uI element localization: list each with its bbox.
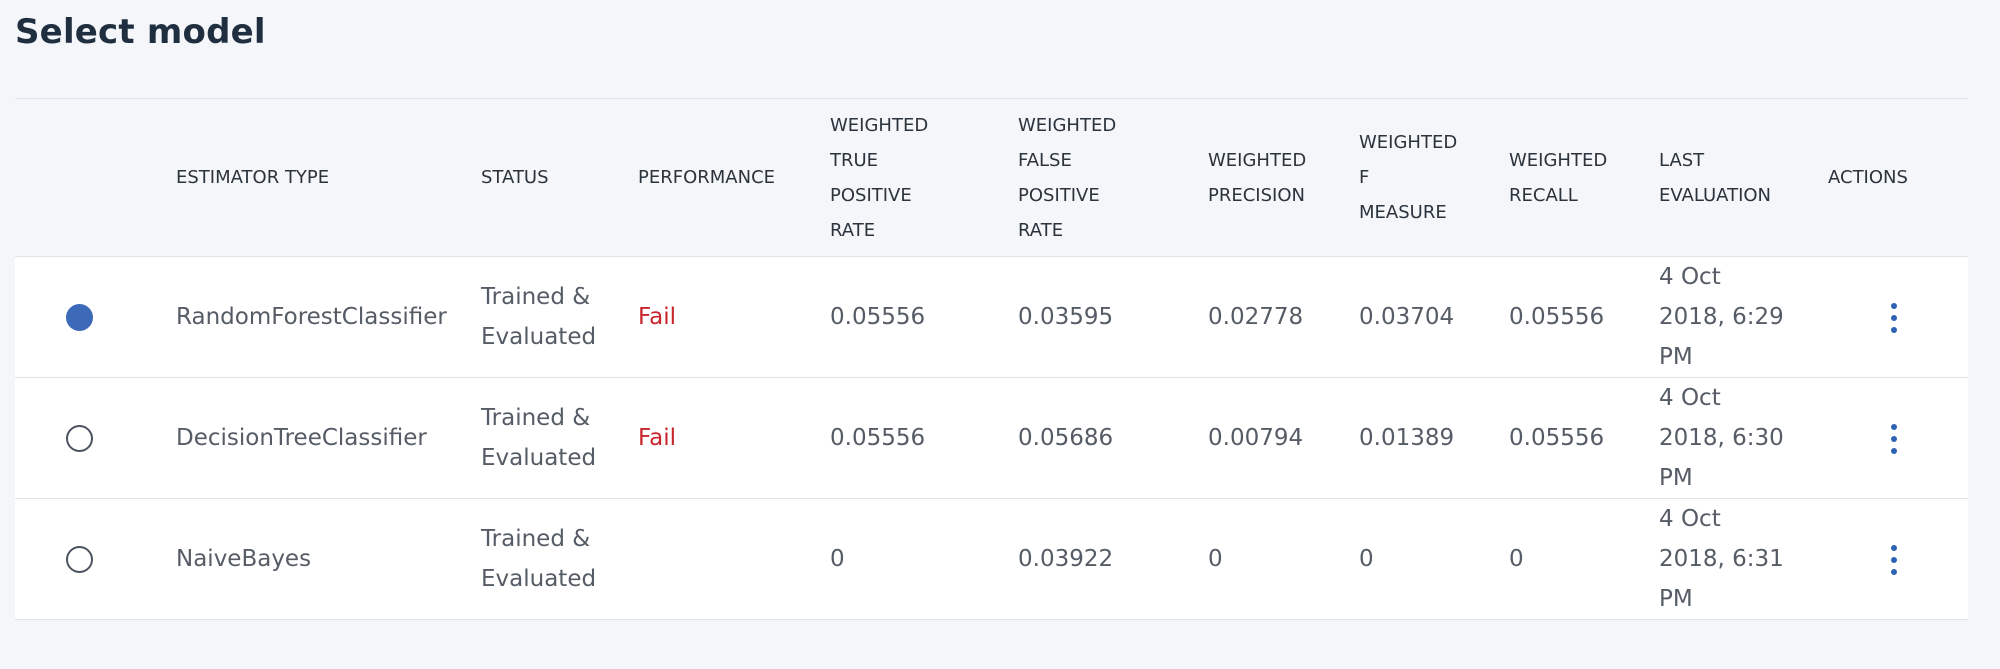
header-actions: ACTIONS — [1828, 167, 1908, 188]
cell-weighted-tpr: 0.05556 — [830, 425, 926, 451]
cell-estimator-type: RandomForestClassifier — [176, 304, 447, 330]
overflow-menu-vertical-icon[interactable] — [1885, 423, 1903, 454]
header-weighted-precision[interactable]: WEIGHTED PRECISION — [1208, 99, 1359, 257]
cell-estimator-type: NaiveBayes — [176, 546, 312, 572]
page-title: Select model — [15, 12, 266, 52]
cell-weighted-f-measure: 0.03704 — [1359, 304, 1455, 330]
cell-weighted-precision: 0 — [1208, 546, 1223, 572]
header-last-evaluation[interactable]: LAST EVALUATION — [1659, 99, 1828, 257]
models-table-container: ESTIMATOR TYPE STATUS PERFORMANCE WEIGHT… — [15, 98, 1968, 620]
cell-weighted-precision: 0.00794 — [1208, 425, 1304, 451]
cell-actions — [1828, 499, 1968, 620]
cell-status: Trained & Evaluated — [481, 284, 597, 350]
cell-weighted-recall: 0.05556 — [1509, 425, 1605, 451]
cell-weighted-fpr: 0.03595 — [1018, 304, 1114, 330]
cell-weighted-fpr: 0.05686 — [1018, 425, 1114, 451]
cell-status: Trained & Evaluated — [481, 405, 597, 471]
overflow-menu-vertical-icon[interactable] — [1885, 302, 1903, 333]
cell-weighted-recall: 0 — [1509, 546, 1524, 572]
header-weighted-fpr[interactable]: WEIGHTED FALSE POSITIVE RATE — [1018, 99, 1208, 257]
cell-weighted-f-measure: 0.01389 — [1359, 425, 1455, 451]
row-select-cell — [15, 378, 176, 499]
header-weighted-recall[interactable]: WEIGHTED RECALL — [1509, 99, 1659, 257]
cell-weighted-precision: 0.02778 — [1208, 304, 1304, 330]
header-weighted-tpr[interactable]: WEIGHTED TRUE POSITIVE RATE — [830, 99, 1018, 257]
cell-actions — [1828, 257, 1968, 378]
row-select-cell — [15, 499, 176, 620]
table-row[interactable]: NaiveBayes Trained & Evaluated 0 0.03922… — [15, 499, 1968, 620]
radio-button-icon[interactable] — [66, 304, 93, 331]
header-select — [15, 99, 176, 257]
table-row[interactable]: RandomForestClassifier Trained & Evaluat… — [15, 257, 1968, 378]
header-weighted-f-measure[interactable]: WEIGHTED F MEASURE — [1359, 99, 1509, 257]
cell-weighted-f-measure: 0 — [1359, 546, 1374, 572]
cell-weighted-tpr: 0.05556 — [830, 304, 926, 330]
header-performance[interactable]: PERFORMANCE — [638, 99, 830, 257]
overflow-menu-vertical-icon[interactable] — [1885, 544, 1903, 575]
cell-performance: Fail — [638, 304, 676, 330]
cell-performance — [638, 499, 830, 620]
table-header-row: ESTIMATOR TYPE STATUS PERFORMANCE WEIGHT… — [15, 98, 1968, 257]
cell-status: Trained & Evaluated — [481, 526, 597, 592]
cell-weighted-fpr: 0.03922 — [1018, 546, 1114, 572]
cell-weighted-recall: 0.05556 — [1509, 304, 1605, 330]
header-status[interactable]: STATUS — [481, 99, 638, 257]
header-estimator-type[interactable]: ESTIMATOR TYPE — [176, 99, 481, 257]
page: Select model ESTIMATOR TYPE STATUS PERFO… — [0, 0, 2000, 669]
models-table: ESTIMATOR TYPE STATUS PERFORMANCE WEIGHT… — [15, 98, 1968, 620]
cell-last-evaluation: 4 Oct 2018, 6:30 PM — [1659, 385, 1784, 491]
row-select-cell — [15, 257, 176, 378]
cell-actions — [1828, 378, 1968, 499]
cell-estimator-type: DecisionTreeClassifier — [176, 425, 427, 451]
cell-weighted-tpr: 0 — [830, 546, 845, 572]
cell-last-evaluation: 4 Oct 2018, 6:31 PM — [1659, 506, 1784, 612]
table-row[interactable]: DecisionTreeClassifier Trained & Evaluat… — [15, 378, 1968, 499]
radio-button-icon[interactable] — [66, 425, 93, 452]
radio-button-icon[interactable] — [66, 546, 93, 573]
cell-last-evaluation: 4 Oct 2018, 6:29 PM — [1659, 264, 1784, 370]
cell-performance: Fail — [638, 425, 676, 451]
